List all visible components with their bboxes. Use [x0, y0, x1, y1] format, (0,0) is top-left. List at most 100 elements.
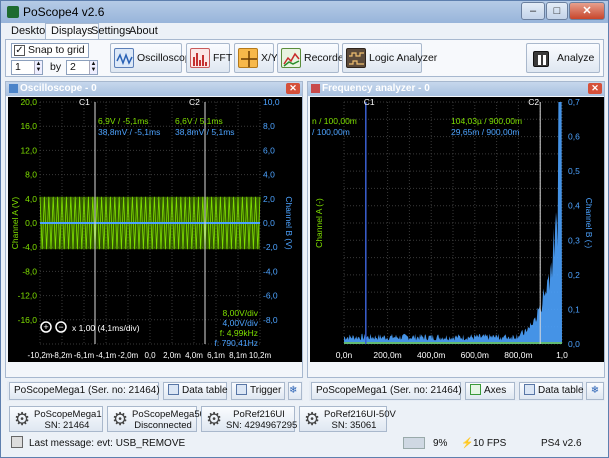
channel-b-axis-label: Channel B (-): [584, 198, 594, 249]
message-icon: [11, 436, 23, 448]
device-poref216ui[interactable]: ⚙ PoRef216UI SN: 4294967295: [201, 406, 298, 432]
y-tick-label-b: 4,0: [263, 170, 275, 180]
fft-plot[interactable]: 0,0n 200,0m 400,0m 600,0m 800,0m 1,0 0,7 0,6 0,5…: [310, 97, 604, 362]
axes-button[interactable]: Axes: [465, 382, 515, 400]
y-tick-label-a: 4,0: [25, 194, 37, 204]
logic-analyzer-button[interactable]: Logic Analyzer: [342, 43, 437, 73]
lightning-icon: ⚡: [461, 438, 474, 449]
table-icon: [524, 384, 535, 395]
fft-device-button[interactable]: PoScopeMega1 (Ser. no: 21464): [311, 382, 462, 400]
recorder-button[interactable]: Recorder: [277, 43, 347, 73]
fft-button[interactable]: FFT: [186, 43, 233, 73]
toolbar: ✓ Snap to grid 1 ▲ ▼ by 2 ▲ ▼ Oscilloscope…: [5, 39, 604, 77]
x-tick-label: 10,2m: [249, 351, 272, 360]
y-tick-label-b: -2,0: [263, 242, 278, 252]
y-tick-label-b: 6,0: [263, 145, 275, 155]
oscilloscope-icon: [114, 48, 134, 68]
y-tick-label-a: 20,0: [20, 97, 37, 107]
x-tick-label: -6,1m: [74, 351, 95, 360]
cursor-2-readout-b: 38,8mV / 5,1ms: [175, 127, 235, 137]
logic-analyzer-icon: [346, 48, 366, 68]
y-tick-label-a: 12,0: [20, 145, 37, 155]
channel-a-scale: 8,00V/div: [223, 308, 259, 318]
cursor-1-label: C1: [364, 97, 375, 107]
x-tick-label: 0,0n: [336, 350, 353, 360]
version-label: PS4 v2.6: [541, 438, 582, 449]
cursor-2-label: C2: [189, 97, 200, 107]
oscilloscope-footer: PoScopeMega1 (Ser. no: 21464) Data table…: [7, 381, 303, 401]
cursor-1-readout-a: 6,9V / -5,1ms: [98, 116, 149, 126]
close-button[interactable]: ✕: [569, 2, 605, 20]
menu-about[interactable]: About: [123, 23, 164, 39]
cursor-1-readout-b: 38,8mV / -5,1ms: [98, 127, 160, 137]
title-bar: PoScope4 v2.6 – □ ✕: [1, 1, 608, 23]
snap-to-grid-checkbox[interactable]: ✓ Snap to grid: [11, 43, 89, 58]
y-tick-label-b: -6,0: [263, 291, 278, 301]
oscilloscope-plot[interactable]: 20,0 16,0 12,0 8,0 4,0 0,0 -4,0 -8,0 -12,0 -16,0 1…: [8, 97, 302, 362]
grid-y-spinner[interactable]: 2 ▲ ▼: [66, 60, 98, 75]
axes-label: Axes: [484, 385, 507, 396]
analyze-label: Analyze: [557, 52, 595, 64]
device-poscopemega50[interactable]: ⚙ PoScopeMega50 Disconnected: [107, 406, 205, 432]
oscilloscope-panel-title: Oscilloscope - 0 ✕: [6, 82, 302, 96]
oscilloscope-title-text: Oscilloscope - 0: [20, 83, 97, 94]
y-tick-label-b: 0,2: [568, 270, 580, 280]
xy-button[interactable]: X/Y: [234, 43, 278, 73]
grid-x-spinner[interactable]: 1 ▲ ▼: [11, 60, 43, 75]
axes-icon: [470, 384, 481, 395]
app-icon: [7, 6, 19, 18]
y-tick-label-a: -12,0: [18, 291, 38, 301]
x-tick-label: 600,0m: [461, 350, 489, 360]
snap-label: Snap to grid: [28, 44, 85, 56]
xy-label: X/Y: [261, 52, 278, 64]
fft-settings-button[interactable]: ❄: [586, 382, 604, 400]
y-tick-label-b: 0,0: [568, 339, 580, 349]
x-tick-label: 0,0: [144, 351, 156, 360]
analyze-button[interactable]: Analyze: [526, 43, 600, 73]
osc-data-table-button[interactable]: Data table: [163, 382, 228, 400]
cursor-2-label: C2: [528, 97, 539, 107]
maximize-button[interactable]: □: [546, 2, 568, 20]
fft-footer: PoScopeMega1 (Ser. no: 21464) Axes Data …: [309, 381, 605, 401]
channel-b-scale: 4,00V/div: [223, 318, 259, 328]
spinner-arrows-icon[interactable]: ▲ ▼: [34, 61, 42, 74]
y-tick-label-b: 0,0: [263, 218, 275, 228]
trigger-icon: [236, 384, 247, 395]
y-tick-label-b: 0,6: [568, 132, 580, 142]
trigger-button[interactable]: Trigger: [231, 382, 285, 400]
x-tick-label: -2,0m: [118, 351, 139, 360]
device-status: SN: 4294967295: [226, 420, 298, 431]
fft-data-table-label: Data table: [538, 385, 584, 396]
cursor-1-label: C1: [79, 97, 90, 107]
spinner-arrows-icon[interactable]: ▲ ▼: [89, 61, 97, 74]
y-tick-label-a: -16,0: [18, 315, 38, 325]
by-label: by: [50, 61, 62, 73]
y-tick-label-b: 0,3: [568, 235, 580, 245]
fft-close-button[interactable]: ✕: [588, 83, 602, 94]
oscilloscope-canvas[interactable]: 20,0 16,0 12,0 8,0 4,0 0,0 -4,0 -8,0 -12,0 -16,0 1…: [8, 97, 302, 362]
x-tick-label: -4,1m: [96, 351, 117, 360]
device-poref216ui-50v[interactable]: ⚙ PoRef216UI-50V SN: 35061: [299, 406, 396, 432]
x-tick-label: -8,2m: [52, 351, 73, 360]
x-tick-label: 800,0m: [504, 350, 532, 360]
fft-data-table-button[interactable]: Data table: [519, 382, 584, 400]
fft-canvas[interactable]: 0,0n 200,0m 400,0m 600,0m 800,0m 1,0 0,7 0,6 0,5…: [310, 97, 604, 362]
status-message: Last message: evt: USB_REMOVE: [29, 438, 186, 449]
fft-panel-title: Frequency analyzer - 0 ✕: [308, 82, 604, 96]
fft-icon: [190, 48, 210, 68]
y-tick-label-a: -4,0: [22, 242, 37, 252]
osc-device-button[interactable]: PoScopeMega1 (Ser. no: 21464): [9, 382, 160, 400]
device-poscopemega1[interactable]: ⚙ PoScopeMega1 SN: 21464: [9, 406, 103, 432]
minimize-button[interactable]: –: [521, 2, 545, 20]
oscilloscope-button[interactable]: Oscilloscope: [110, 43, 197, 73]
oscilloscope-close-button[interactable]: ✕: [286, 83, 300, 94]
y-tick-label-a: 0,0: [25, 218, 37, 228]
fft-label: FFT: [213, 52, 233, 64]
cpu-meter: [403, 437, 425, 449]
fps-readout: 10 FPS: [473, 438, 507, 449]
grid-y-value: 2: [70, 61, 76, 73]
status-bar: Last message: evt: USB_REMOVE 9% ⚡ 10 FP…: [5, 434, 604, 454]
osc-settings-button[interactable]: ❄: [288, 382, 302, 400]
zoom-readout: x 1,00 (4,1ms/div): [72, 323, 140, 333]
oscilloscope-panel: Oscilloscope - 0 ✕ 20,0 16,0 12,0 8,0 4,0 0,0…: [5, 81, 303, 378]
